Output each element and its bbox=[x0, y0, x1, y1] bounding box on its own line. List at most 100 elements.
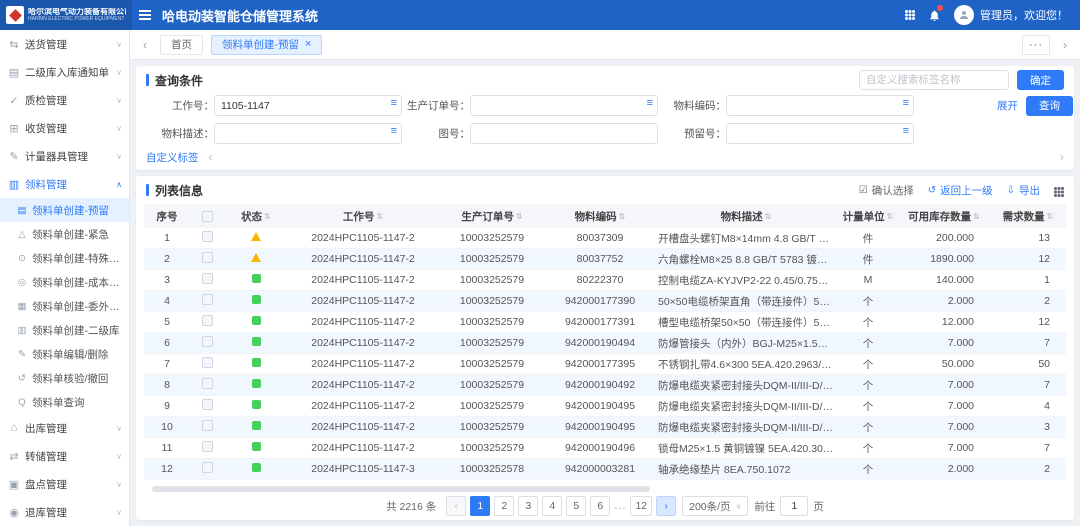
column-header[interactable]: 生产订单号⇅ bbox=[438, 204, 546, 228]
sort-icon[interactable]: ⇅ bbox=[973, 212, 980, 221]
row-checkbox[interactable] bbox=[202, 273, 213, 284]
page-button[interactable]: 1 bbox=[470, 496, 490, 516]
column-header[interactable]: 物料描述⇅ bbox=[654, 204, 838, 228]
column-header[interactable]: 需求数量⇅ bbox=[990, 204, 1066, 228]
row-checkbox[interactable] bbox=[202, 462, 213, 473]
page-ellipsis[interactable]: ... bbox=[614, 500, 626, 512]
table-row[interactable]: 12024HPC1105-1147-21000325257980037309开槽… bbox=[144, 228, 1066, 249]
table-row[interactable]: 122024HPC1105-1147-310003252578942000003… bbox=[144, 459, 1066, 480]
table-row[interactable]: 62024HPC1105-1147-2100032525799420001904… bbox=[144, 333, 1066, 354]
table-row[interactable]: 22024HPC1105-1147-21000325257980037752六角… bbox=[144, 249, 1066, 270]
tab-more-menu[interactable]: ··· bbox=[1022, 35, 1050, 55]
next-page-button[interactable]: › bbox=[656, 496, 676, 516]
row-checkbox[interactable] bbox=[202, 294, 213, 305]
sidebar-item[interactable]: ◎领料单创建-成本中心 bbox=[0, 270, 129, 294]
table-row[interactable]: 52024HPC1105-1147-2100032525799420001773… bbox=[144, 312, 1066, 333]
sidebar-group-4[interactable]: ⊞收货管理∨ bbox=[0, 114, 129, 142]
column-settings-icon[interactable] bbox=[1054, 183, 1064, 197]
drawing-no-input[interactable] bbox=[470, 123, 658, 144]
apps-grid-icon[interactable] bbox=[898, 0, 922, 30]
table-row[interactable]: 72024HPC1105-1147-2100032525799420001773… bbox=[144, 354, 1066, 375]
row-checkbox[interactable] bbox=[202, 420, 213, 431]
table-row[interactable]: 42024HPC1105-1147-2100032525799420001773… bbox=[144, 291, 1066, 312]
sort-icon[interactable]: ⇅ bbox=[1047, 212, 1054, 221]
sidebar-item[interactable]: △领料单创建-紧急 bbox=[0, 222, 129, 246]
tabs-scroll-right-icon[interactable]: › bbox=[1058, 38, 1072, 52]
row-checkbox[interactable] bbox=[202, 378, 213, 389]
table-row[interactable]: 102024HPC1105-1147-210003252579942000190… bbox=[144, 417, 1066, 438]
page-button[interactable]: 6 bbox=[590, 496, 610, 516]
tag-scroll-right-icon[interactable]: › bbox=[1060, 150, 1064, 164]
tab-home[interactable]: 首页 bbox=[160, 35, 203, 55]
material-code-input[interactable] bbox=[726, 95, 914, 116]
sidebar-item[interactable]: Q领料单查询 bbox=[0, 390, 129, 414]
sort-icon[interactable]: ⇅ bbox=[887, 212, 894, 221]
table-row[interactable]: 92024HPC1105-1147-2100032525799420001904… bbox=[144, 396, 1066, 417]
sort-icon[interactable]: ⇅ bbox=[765, 212, 772, 221]
column-header[interactable]: 工作号⇅ bbox=[288, 204, 438, 228]
search-button[interactable]: 查询 bbox=[1026, 96, 1073, 116]
column-header[interactable]: 可用库存数量⇅ bbox=[898, 204, 990, 228]
column-header[interactable]: 物料编码⇅ bbox=[546, 204, 654, 228]
column-header[interactable]: 计量单位⇅ bbox=[838, 204, 898, 228]
sidebar-group-1[interactable]: ⇆送货管理∨ bbox=[0, 30, 129, 58]
sidebar-group-6[interactable]: ▥领料管理∧ bbox=[0, 170, 129, 198]
sidebar-item[interactable]: ▥领料单创建-二级库 bbox=[0, 318, 129, 342]
table-row[interactable]: 82024HPC1105-1147-2100032525799420001904… bbox=[144, 375, 1066, 396]
prev-page-button[interactable]: ‹ bbox=[446, 496, 466, 516]
row-checkbox[interactable] bbox=[202, 399, 213, 410]
tabs-scroll-left-icon[interactable]: ‹ bbox=[138, 38, 152, 52]
sidebar-item[interactable]: ▦领料单创建-委外组件 bbox=[0, 294, 129, 318]
row-checkbox[interactable] bbox=[202, 231, 213, 242]
sidebar-group-2[interactable]: ▤二级库入库通知单∨ bbox=[0, 58, 129, 86]
column-header[interactable]: 序号 bbox=[144, 204, 190, 228]
row-checkbox[interactable] bbox=[202, 336, 213, 347]
sidebar-item[interactable]: ↺领料单核验/撤回 bbox=[0, 366, 129, 390]
goto-page-input[interactable] bbox=[780, 496, 808, 516]
sidebar-group-7[interactable]: ⌂出库管理∨ bbox=[0, 414, 129, 442]
row-checkbox[interactable] bbox=[202, 315, 213, 326]
page-size-select[interactable]: 200条/页 ∨ bbox=[682, 496, 748, 516]
sidebar-group-5[interactable]: ✎计量器具管理∨ bbox=[0, 142, 129, 170]
tag-scroll-left-icon[interactable]: ‹ bbox=[209, 150, 213, 164]
sidebar-group-9[interactable]: ▣盘点管理∨ bbox=[0, 470, 129, 498]
reserve-no-input[interactable] bbox=[726, 123, 914, 144]
horizontal-scrollbar[interactable] bbox=[152, 486, 1058, 492]
sort-icon[interactable]: ⇅ bbox=[264, 212, 271, 221]
sidebar-group-3[interactable]: ✓质检管理∨ bbox=[0, 86, 129, 114]
scrollbar-thumb[interactable] bbox=[152, 486, 650, 492]
page-button[interactable]: 5 bbox=[566, 496, 586, 516]
tab-current[interactable]: 领料单创建-预留 × bbox=[211, 35, 322, 55]
column-header[interactable]: 状态⇅ bbox=[224, 204, 288, 228]
select-list-icon[interactable]: ≡ bbox=[391, 97, 397, 109]
sidebar-item[interactable]: ▤领料单创建-预留 bbox=[0, 198, 129, 222]
tag-search-input[interactable] bbox=[859, 70, 1009, 90]
material-desc-input[interactable] bbox=[214, 123, 402, 144]
select-list-icon[interactable]: ≡ bbox=[647, 97, 653, 109]
page-button[interactable]: 3 bbox=[518, 496, 538, 516]
confirm-select-button[interactable]: ☑ 确认选择 bbox=[859, 183, 914, 198]
avatar[interactable] bbox=[954, 5, 974, 25]
sort-icon[interactable]: ⇅ bbox=[376, 212, 383, 221]
select-list-icon[interactable]: ≡ bbox=[903, 125, 909, 137]
page-button[interactable]: 2 bbox=[494, 496, 514, 516]
page-button[interactable]: 4 bbox=[542, 496, 562, 516]
custom-tag-label[interactable]: 自定义标签 bbox=[146, 150, 199, 165]
sidebar-group-10[interactable]: ◉退库管理∨ bbox=[0, 498, 129, 526]
select-list-icon[interactable]: ≡ bbox=[391, 125, 397, 137]
collapse-sidebar-icon[interactable] bbox=[132, 0, 158, 30]
row-checkbox[interactable] bbox=[202, 252, 213, 263]
table-row[interactable]: 32024HPC1105-1147-21000325257980222370控制… bbox=[144, 270, 1066, 291]
export-button[interactable]: ⇩ 导出 bbox=[1007, 183, 1040, 198]
confirm-tag-button[interactable]: 确定 bbox=[1017, 70, 1064, 90]
order-no-input[interactable] bbox=[470, 95, 658, 116]
sort-icon[interactable]: ⇅ bbox=[516, 212, 523, 221]
notification-bell-icon[interactable] bbox=[922, 0, 946, 30]
select-all-checkbox[interactable] bbox=[202, 211, 213, 222]
work-no-input[interactable] bbox=[214, 95, 402, 116]
sidebar-item[interactable]: ✎领料单编辑/删除 bbox=[0, 342, 129, 366]
sidebar-item[interactable]: ⊙领料单创建-特殊项目 bbox=[0, 246, 129, 270]
expand-toggle[interactable]: 展开 bbox=[997, 98, 1018, 113]
close-icon[interactable]: × bbox=[305, 39, 311, 50]
back-button[interactable]: ↺ 返回上一级 bbox=[928, 183, 993, 198]
